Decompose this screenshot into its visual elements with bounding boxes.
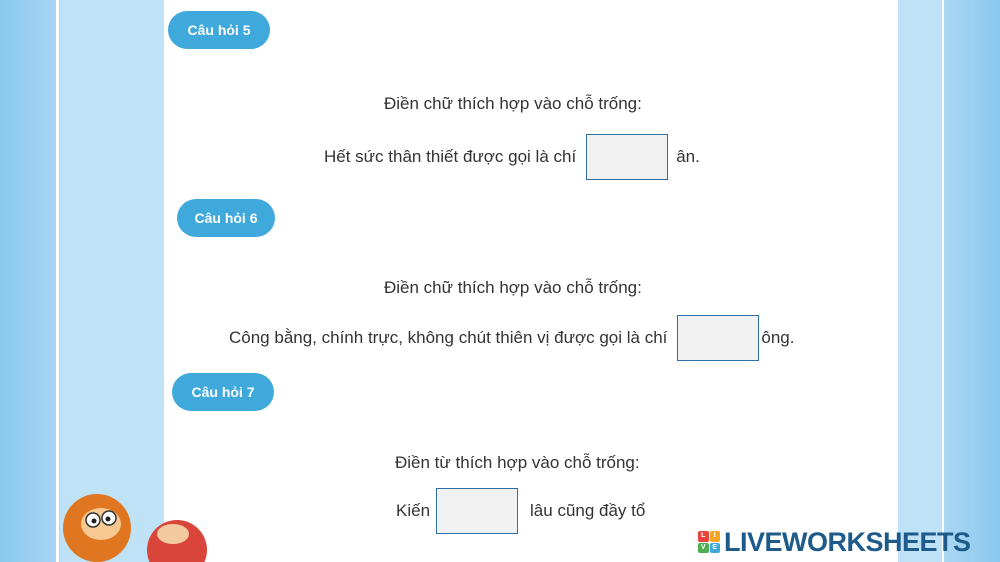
question-6-sentence: Công bằng, chính trực, không chút thiên … <box>229 315 794 361</box>
question-7-badge: Câu hỏi 7 <box>172 373 274 411</box>
character-pupil-left <box>91 518 97 524</box>
question-7-text-before: Kiến <box>396 501 431 520</box>
background-left-inner <box>60 0 164 562</box>
background-right <box>944 0 1000 562</box>
question-6-badge: Câu hỏi 6 <box>177 199 275 237</box>
question-5-answer-box[interactable] <box>586 134 669 180</box>
question-6-text-before: Công bằng, chính trực, không chút thiên … <box>229 328 668 347</box>
liveworksheets-logo-icon: L I V E <box>698 531 720 553</box>
question-5-sentence: Hết sức thân thiết được gọi là chí ân. <box>324 134 700 180</box>
question-5-instruction: Điền chữ thích hợp vào chỗ trống: <box>384 94 642 113</box>
question-6-answer-box[interactable] <box>677 315 760 361</box>
question-7-sentence: Kiến lâu cũng đầy tổ <box>396 488 645 534</box>
question-6-instruction: Điền chữ thích hợp vào chỗ trống: <box>384 278 642 297</box>
character-pupil-right <box>105 516 111 522</box>
background-right-inner <box>898 0 944 562</box>
frame-edge-left <box>56 0 59 562</box>
question-7-text-after: lâu cũng đầy tổ <box>530 501 646 520</box>
logo-letter-i: I <box>709 531 720 542</box>
logo-letter-e: E <box>709 542 720 553</box>
question-5-text-after: ân. <box>676 147 700 166</box>
character-second-face <box>157 524 189 544</box>
question-7-answer-box[interactable] <box>436 488 519 534</box>
worksheet-page: Câu hỏi 5 Điền chữ thích hợp vào chỗ trố… <box>164 0 898 548</box>
logo-letter-l: L <box>698 531 709 542</box>
logo-letter-v: V <box>698 542 709 553</box>
question-5-text-before: Hết sức thân thiết được gọi là chí <box>324 147 577 166</box>
liveworksheets-logo-text: LIVEWORKSHEETS <box>724 526 971 557</box>
background-left <box>0 0 60 562</box>
question-6-text-after: ông. <box>761 328 795 347</box>
liveworksheets-logo: L I V E LIVEWORKSHEETS <box>698 526 971 557</box>
cartoon-character-illustration <box>63 494 207 562</box>
question-7-instruction: Điền từ thích hợp vào chỗ trống: <box>395 453 640 472</box>
question-5-badge: Câu hỏi 5 <box>168 11 270 49</box>
